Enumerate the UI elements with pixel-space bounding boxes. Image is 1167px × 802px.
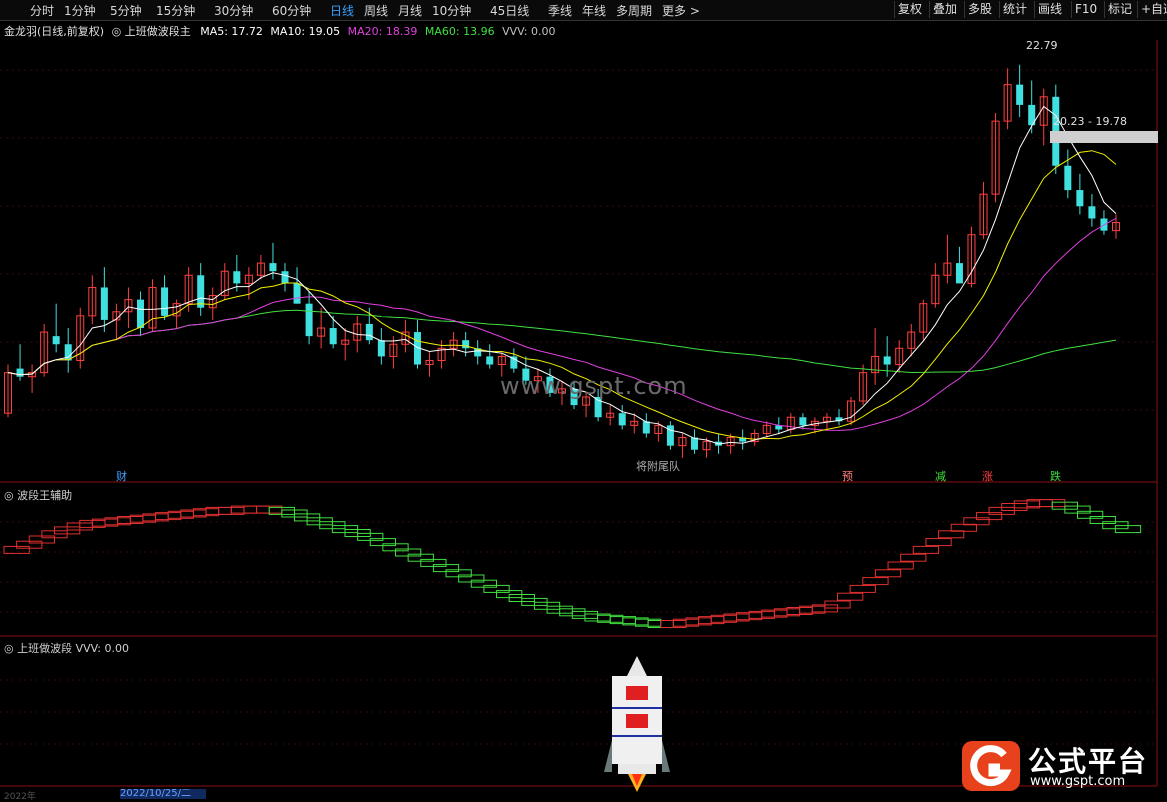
brand-url: www.gspt.com	[1030, 774, 1126, 789]
oscillator-box	[862, 577, 889, 586]
marker-zhang: 涨	[982, 470, 993, 483]
candle-down	[233, 271, 241, 284]
candle-down	[269, 263, 277, 272]
candle-down	[1016, 84, 1024, 105]
candle-down	[955, 263, 963, 284]
candle-down	[1064, 165, 1072, 191]
candle-down	[100, 287, 108, 320]
candle-down	[486, 356, 494, 365]
year-label: 2022年	[4, 792, 36, 802]
candle-down	[52, 336, 60, 345]
date-indicator: 2022/10/25/二	[120, 789, 206, 799]
oscillator-box	[938, 530, 965, 539]
candle-down	[462, 340, 470, 349]
oscillator-box	[874, 569, 902, 578]
candle-down	[799, 417, 807, 426]
candle-down	[510, 356, 518, 369]
watermark-text: www.gspt.com	[500, 372, 688, 400]
candle-down	[1076, 190, 1084, 207]
oscillator-box	[900, 553, 927, 562]
panel3-title: ◎ 上班做波段 VVV: 0.00	[4, 642, 129, 655]
candle-down	[883, 356, 891, 365]
marker-yu: 预	[842, 470, 853, 483]
oscillator-box	[849, 584, 876, 593]
candle-down	[365, 323, 373, 341]
candle-down	[293, 283, 301, 304]
oscillator-box	[837, 592, 864, 601]
candle-down	[281, 271, 289, 284]
high-price-label: 22.79	[1026, 39, 1058, 52]
rocket-part	[662, 740, 670, 772]
candle-down	[642, 421, 650, 434]
rocket-part	[626, 686, 648, 700]
rocket-icon	[604, 656, 670, 792]
oscillator-box	[925, 538, 952, 547]
panel2-title: ◎ 波段王辅助	[4, 489, 73, 502]
brand-logo-icon	[962, 741, 1020, 791]
rocket-part	[626, 714, 648, 728]
candle-down	[161, 287, 169, 316]
marker-jian: 减	[935, 470, 946, 483]
mid-text: 将附尾队	[636, 460, 680, 473]
marker-die: 跌	[1050, 470, 1061, 483]
range-label: 20.23 - 19.78	[1053, 115, 1127, 128]
candle-down	[618, 413, 626, 426]
rocket-part	[618, 764, 656, 774]
candle-down	[197, 275, 205, 308]
oscillator-box	[950, 523, 977, 532]
rocket-part	[627, 656, 647, 676]
marker-cai: 财	[116, 470, 127, 483]
candle-down	[329, 328, 337, 345]
candle-down	[305, 303, 313, 337]
candle-down	[1088, 206, 1096, 219]
oscillator-box	[887, 561, 914, 570]
candle-down	[377, 340, 385, 357]
range-highlight	[1050, 131, 1158, 143]
rocket-part	[604, 740, 612, 772]
candle-down	[136, 299, 144, 329]
candle-down	[690, 437, 698, 450]
candle-down	[16, 368, 24, 377]
